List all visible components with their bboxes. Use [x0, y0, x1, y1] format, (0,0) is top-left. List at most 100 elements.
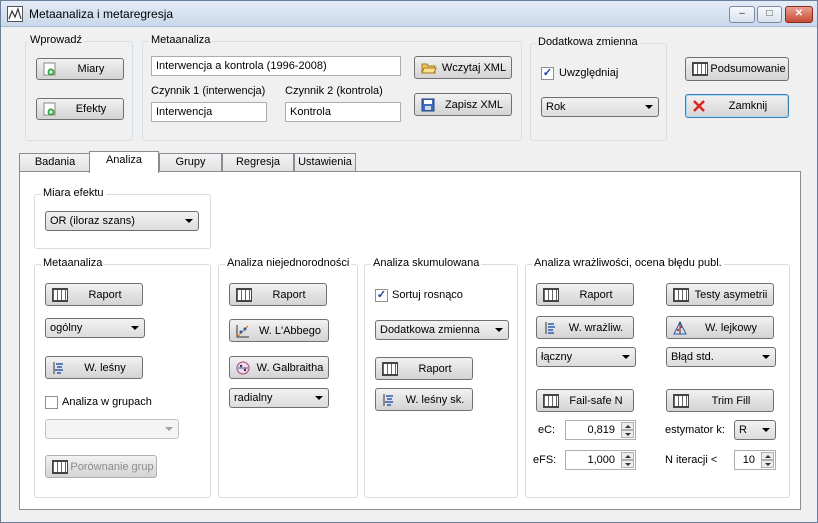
funnel-plot-icon: [673, 320, 689, 335]
estimator-select[interactable]: R: [734, 420, 776, 440]
ec-stepper[interactable]: 0,819: [565, 420, 636, 440]
sensitivity-label: Analiza wrażliwości, ocena błędu publ.: [532, 257, 724, 269]
close-window-button[interactable]: ✕: [785, 6, 813, 23]
include-checkbox[interactable]: ✓: [541, 67, 554, 80]
iterations-stepper[interactable]: 10: [734, 450, 776, 470]
funnel-plot-label: W. lejkowy: [705, 321, 757, 334]
analysis-panel: Miara efektu OR (iloraz szans) Metaanali…: [19, 171, 801, 510]
sensitivity-group: Analiza wrażliwości, ocena błędu publ. R…: [525, 257, 790, 498]
labbe-plot-button[interactable]: W. L'Abbego: [229, 319, 329, 342]
main-window: Metaanaliza i metaregresja – □ ✕ Wprowad…: [0, 0, 818, 523]
sort-by-select[interactable]: Dodatkowa zmienna: [375, 320, 509, 340]
cumulative-label: Analiza skumulowana: [371, 257, 482, 269]
funnel-type-select[interactable]: Błąd std.: [666, 347, 776, 367]
group-select[interactable]: [45, 419, 179, 439]
spin-up-icon[interactable]: [621, 422, 634, 430]
cumulative-forest-button[interactable]: W. leśny sk.: [375, 388, 473, 411]
meta-info-group: Metaanaliza Interwencja a kontrola (1996…: [142, 34, 522, 141]
asymmetry-tests-button[interactable]: Testy asymetrii: [666, 283, 774, 306]
meta-title-input[interactable]: Interwencja a kontrola (1996-2008): [151, 56, 401, 76]
iterations-label: N iteracji <: [665, 454, 718, 466]
title-bar: Metaanaliza i metaregresja – □ ✕: [1, 1, 817, 27]
sort-ascending-checkbox[interactable]: ✓: [375, 289, 388, 302]
tab-badania[interactable]: Badania: [19, 153, 91, 172]
funnel-type-value: Błąd std.: [671, 351, 714, 363]
sensitivity-report-label: Raport: [579, 288, 613, 301]
forest-plot-icon: [52, 361, 68, 375]
window-title: Metaanaliza i metaregresja: [29, 7, 174, 21]
tab-grupy[interactable]: Grupy: [159, 153, 222, 172]
trimfill-button[interactable]: Trim Fill: [666, 389, 774, 412]
table-icon: [673, 393, 689, 408]
chevron-down-icon: [622, 355, 630, 359]
spin-up-icon[interactable]: [761, 452, 774, 460]
failsafe-label: Fail-safe N: [569, 394, 623, 407]
folder-open-icon: [421, 61, 437, 75]
forest-plot-button[interactable]: W. leśny: [45, 356, 143, 379]
cumulative-forest-label: W. leśny sk.: [405, 393, 465, 406]
cumulative-report-label: Raport: [418, 362, 452, 375]
meta-report-button[interactable]: Raport: [45, 283, 143, 306]
ec-label: eC:: [538, 424, 556, 436]
effect-measure-select[interactable]: OR (iloraz szans): [45, 211, 199, 231]
spin-up-icon[interactable]: [621, 452, 634, 460]
spin-down-icon[interactable]: [621, 460, 634, 468]
sensitivity-type-select[interactable]: łączny: [536, 347, 636, 367]
funnel-plot-button[interactable]: W. lejkowy: [666, 316, 774, 339]
input-group-label: Wprowadź: [28, 34, 84, 46]
factor1-label: Czynnik 1 (interwencja): [151, 85, 266, 97]
load-xml-label: Wczytaj XML: [441, 61, 507, 74]
effects-button[interactable]: Efekty: [36, 98, 124, 120]
meta-report-label: Raport: [88, 288, 122, 301]
hetero-report-button[interactable]: Raport: [229, 283, 327, 306]
heterogeneity-label: Analiza niejednorodności: [225, 257, 352, 269]
chevron-down-icon: [165, 427, 173, 431]
sensitivity-plot-icon: [543, 321, 559, 335]
table-icon: [673, 287, 689, 302]
extra-variable-select[interactable]: Rok: [541, 97, 659, 117]
table-icon: [236, 287, 252, 302]
measures-button[interactable]: Miary: [36, 58, 124, 80]
sensitivity-plot-label: W. wrażliw.: [568, 321, 624, 334]
save-icon: [421, 98, 437, 112]
effect-measure-group: Miara efektu OR (iloraz szans): [34, 187, 211, 249]
failsafe-button[interactable]: Fail-safe N: [536, 389, 634, 412]
sensitivity-plot-button[interactable]: W. wrażliw.: [536, 316, 634, 339]
efs-stepper[interactable]: 1,000: [565, 450, 636, 470]
close-icon: [692, 99, 708, 113]
maximize-button[interactable]: □: [757, 6, 782, 23]
factor2-input[interactable]: Kontrola: [285, 102, 401, 122]
cumulative-report-button[interactable]: Raport: [375, 357, 473, 380]
effect-measure-label: Miara efektu: [41, 187, 106, 199]
save-xml-button[interactable]: Zapisz XML: [414, 93, 512, 116]
efs-value: 1,000: [587, 454, 615, 466]
load-xml-button[interactable]: Wczytaj XML: [414, 56, 512, 79]
asymmetry-tests-label: Testy asymetrii: [694, 288, 768, 301]
spin-down-icon[interactable]: [621, 430, 634, 438]
estimator-label: estymator k:: [665, 424, 725, 436]
efs-label: eFS:: [533, 454, 557, 466]
sensitivity-type-value: łączny: [541, 351, 573, 363]
summary-label: Podsumowanie: [710, 63, 786, 75]
galbraith-type-select[interactable]: radialny: [229, 388, 329, 408]
table-icon: [543, 393, 559, 408]
chevron-down-icon: [315, 396, 323, 400]
minimize-button[interactable]: –: [729, 6, 755, 23]
tab-regresja[interactable]: Regresja: [222, 153, 294, 172]
close-button[interactable]: Zamknij: [685, 94, 789, 118]
tab-ustawienia[interactable]: Ustawienia: [294, 153, 356, 172]
sensitivity-report-button[interactable]: Raport: [536, 283, 634, 306]
meta-model-select[interactable]: ogólny: [45, 318, 145, 338]
spin-down-icon[interactable]: [761, 460, 774, 468]
factor1-input[interactable]: Interwencja: [151, 102, 267, 122]
compare-groups-button[interactable]: Porównanie grup: [45, 455, 157, 478]
labbe-plot-icon: [236, 324, 252, 338]
chevron-down-icon: [185, 219, 193, 223]
meta-model-value: ogólny: [50, 322, 83, 334]
table-icon: [52, 287, 68, 302]
table-icon: [543, 287, 559, 302]
summary-button[interactable]: Podsumowanie: [685, 57, 789, 81]
group-analysis-checkbox[interactable]: [45, 396, 58, 409]
tab-analiza[interactable]: Analiza: [89, 151, 159, 173]
galbraith-plot-button[interactable]: W. Galbraitha: [229, 356, 329, 379]
